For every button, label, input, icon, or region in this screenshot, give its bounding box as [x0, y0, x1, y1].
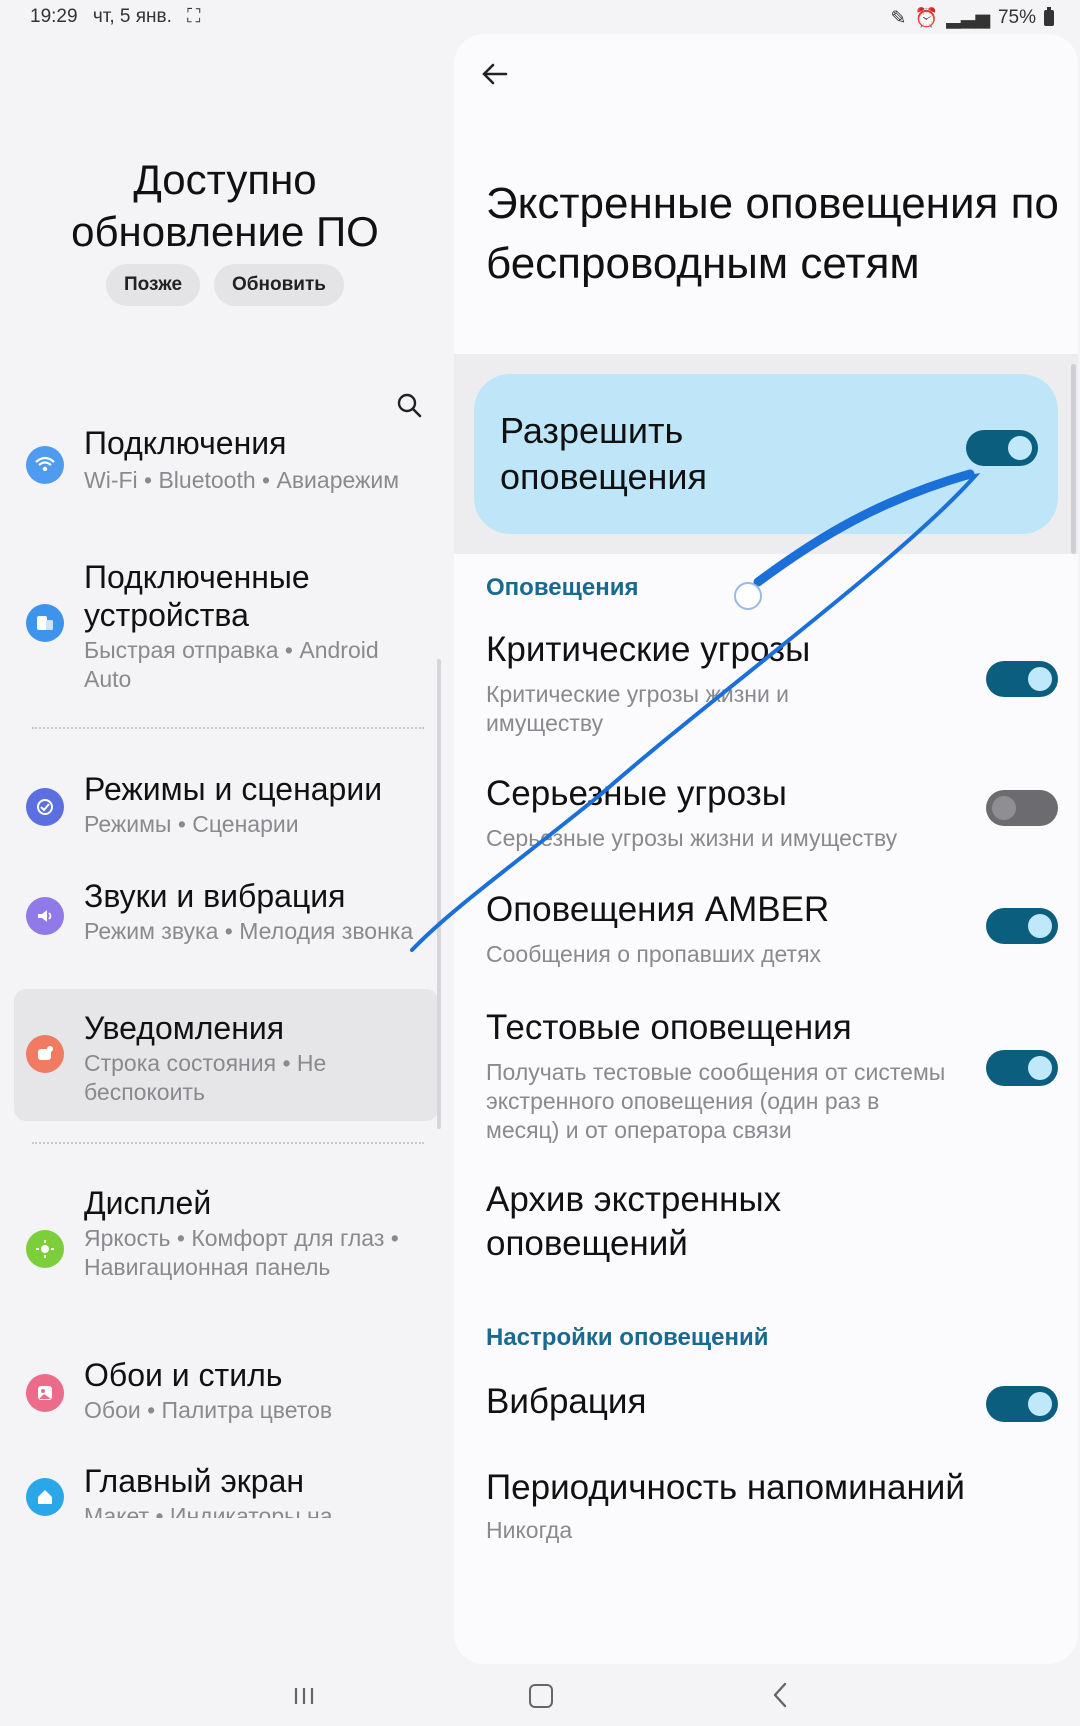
menu-item-title: Звуки и вибрация [84, 878, 346, 914]
recent-apps-icon[interactable] [292, 1686, 316, 1706]
menu-item-modes[interactable]: Режимы и сценарии Режимы • Сценарии [14, 770, 438, 850]
back-nav-icon[interactable] [770, 1682, 790, 1708]
home-screen-icon [26, 1478, 64, 1516]
menu-item-subtitle: Режимы • Сценарии [84, 811, 299, 837]
allow-alerts-toggle[interactable] [966, 430, 1038, 466]
settings-list-pane: Доступно обновление ПО Позже Обновить По… [0, 34, 450, 1664]
home-icon[interactable] [529, 1684, 553, 1708]
menu-item-notifications[interactable]: Уведомления Строка состояния • Не беспок… [14, 989, 438, 1121]
menu-item-subtitle: Строка состояния • Не беспокоить [84, 1050, 327, 1105]
detail-pane: Экстренные оповещения по беспроводным се… [454, 34, 1078, 1664]
battery-percent: 75% [997, 7, 1036, 28]
update-button[interactable]: Обновить [214, 264, 344, 306]
menu-item-sounds[interactable]: Звуки и вибрация Режим звука • Мелодия з… [14, 877, 438, 987]
row-subtitle: Серьезные угрозы жизни и имуществу [486, 825, 898, 851]
divider [32, 727, 424, 729]
menu-item-subtitle: Wi-Fi • Bluetooth • Авиарежим [84, 467, 400, 493]
divider [32, 1142, 424, 1144]
menu-item-subtitle: Макет • Индикаторы на [84, 1503, 333, 1518]
row-subtitle: Никогда [486, 1517, 573, 1543]
update-title: Доступно обновление ПО [71, 156, 379, 255]
menu-item-title: Уведомления [84, 1010, 285, 1046]
serious-threats-toggle[interactable] [986, 790, 1058, 826]
menu-item-subtitle: Яркость • Комфорт для глаз • Навигационн… [84, 1225, 399, 1280]
status-time: 19:29 [30, 6, 78, 27]
allow-alerts-label: Разрешить оповещения [500, 410, 707, 497]
update-actions: Позже Обновить [0, 264, 450, 306]
modes-icon [26, 788, 64, 826]
menu-item-title: Обои и стиль [84, 1357, 283, 1393]
sound-icon [26, 897, 64, 935]
row-title: Серьезные угрозы [486, 774, 787, 813]
battery-icon [1044, 7, 1054, 26]
section-alerts: Оповещения [486, 574, 639, 601]
test-alerts-toggle[interactable] [986, 1050, 1058, 1086]
row-subtitle: Критические угрозы жизни и имуществу [486, 681, 790, 736]
row-subtitle: Сообщения о пропавших детях [486, 941, 822, 967]
status-bar: 19:29 чт, 5 янв. ⛶ ✎ ⏰ ▂▃▅ 75% [0, 0, 1080, 34]
critical-threats-toggle[interactable] [986, 661, 1058, 697]
section-alert-settings: Настройки оповещений [486, 1324, 769, 1351]
menu-item-wallpaper[interactable]: Обои и стиль Обои • Палитра цветов [14, 1356, 438, 1436]
notifications-icon [26, 1035, 64, 1073]
row-title: Периодичность напоминаний [486, 1468, 965, 1507]
menu-item-display[interactable]: Дисплей Яркость • Комфорт для глаз • Нав… [14, 1184, 438, 1324]
search-icon[interactable] [396, 392, 422, 418]
left-scrollbar[interactable] [437, 659, 441, 1129]
screenshot-icon: ⛶ [187, 6, 201, 27]
menu-item-title: Подключения [84, 425, 287, 461]
vibration-toggle[interactable] [986, 1386, 1058, 1422]
menu-item-home-screen[interactable]: Главный экран Макет • Индикаторы на [14, 1462, 438, 1518]
later-button[interactable]: Позже [106, 264, 201, 306]
connected-devices-icon [26, 604, 64, 642]
row-title: Вибрация [486, 1382, 647, 1421]
pen-icon: ✎ [890, 7, 907, 29]
row-title: Критические угрозы [486, 630, 811, 669]
menu-item-connected-devices[interactable]: Подключенные устройства Быстрая отправка… [14, 558, 438, 698]
row-title: Тестовые оповещения [486, 1008, 852, 1047]
back-arrow-icon[interactable] [476, 54, 516, 94]
menu-item-title: Главный экран [84, 1463, 305, 1499]
alarm-icon: ⏰ [914, 8, 939, 29]
menu-item-connections[interactable]: Подключения Wi-Fi • Bluetooth • Авиарежи… [14, 424, 438, 534]
status-date: чт, 5 янв. [92, 6, 172, 27]
menu-item-title: Дисплей [84, 1185, 212, 1221]
wallpaper-icon [26, 1374, 64, 1412]
menu-item-subtitle: Режим звука • Мелодия звонка [84, 918, 414, 944]
amber-alerts-toggle[interactable] [986, 908, 1058, 944]
menu-item-subtitle: Быстрая отправка • Android Auto [84, 637, 379, 692]
row-title: Оповещения AMBER [486, 890, 830, 929]
row-subtitle: Получать тестовые сообщения от системы э… [486, 1059, 946, 1143]
page-title: Экстренные оповещения по беспроводным се… [486, 179, 1059, 288]
menu-item-title: Подключенные устройства [84, 559, 310, 633]
display-icon [26, 1230, 64, 1268]
row-title: Архив экстренных оповещений [486, 1180, 782, 1263]
allow-alerts-card[interactable]: Разрешить оповещения [474, 374, 1058, 534]
navigation-bar [0, 1664, 1080, 1726]
menu-item-title: Режимы и сценарии [84, 771, 383, 807]
menu-item-subtitle: Обои • Палитра цветов [84, 1397, 333, 1423]
signal-icon: ▂▃▅ [946, 7, 990, 29]
right-scrollbar[interactable] [1071, 364, 1076, 554]
wifi-icon [26, 446, 64, 484]
